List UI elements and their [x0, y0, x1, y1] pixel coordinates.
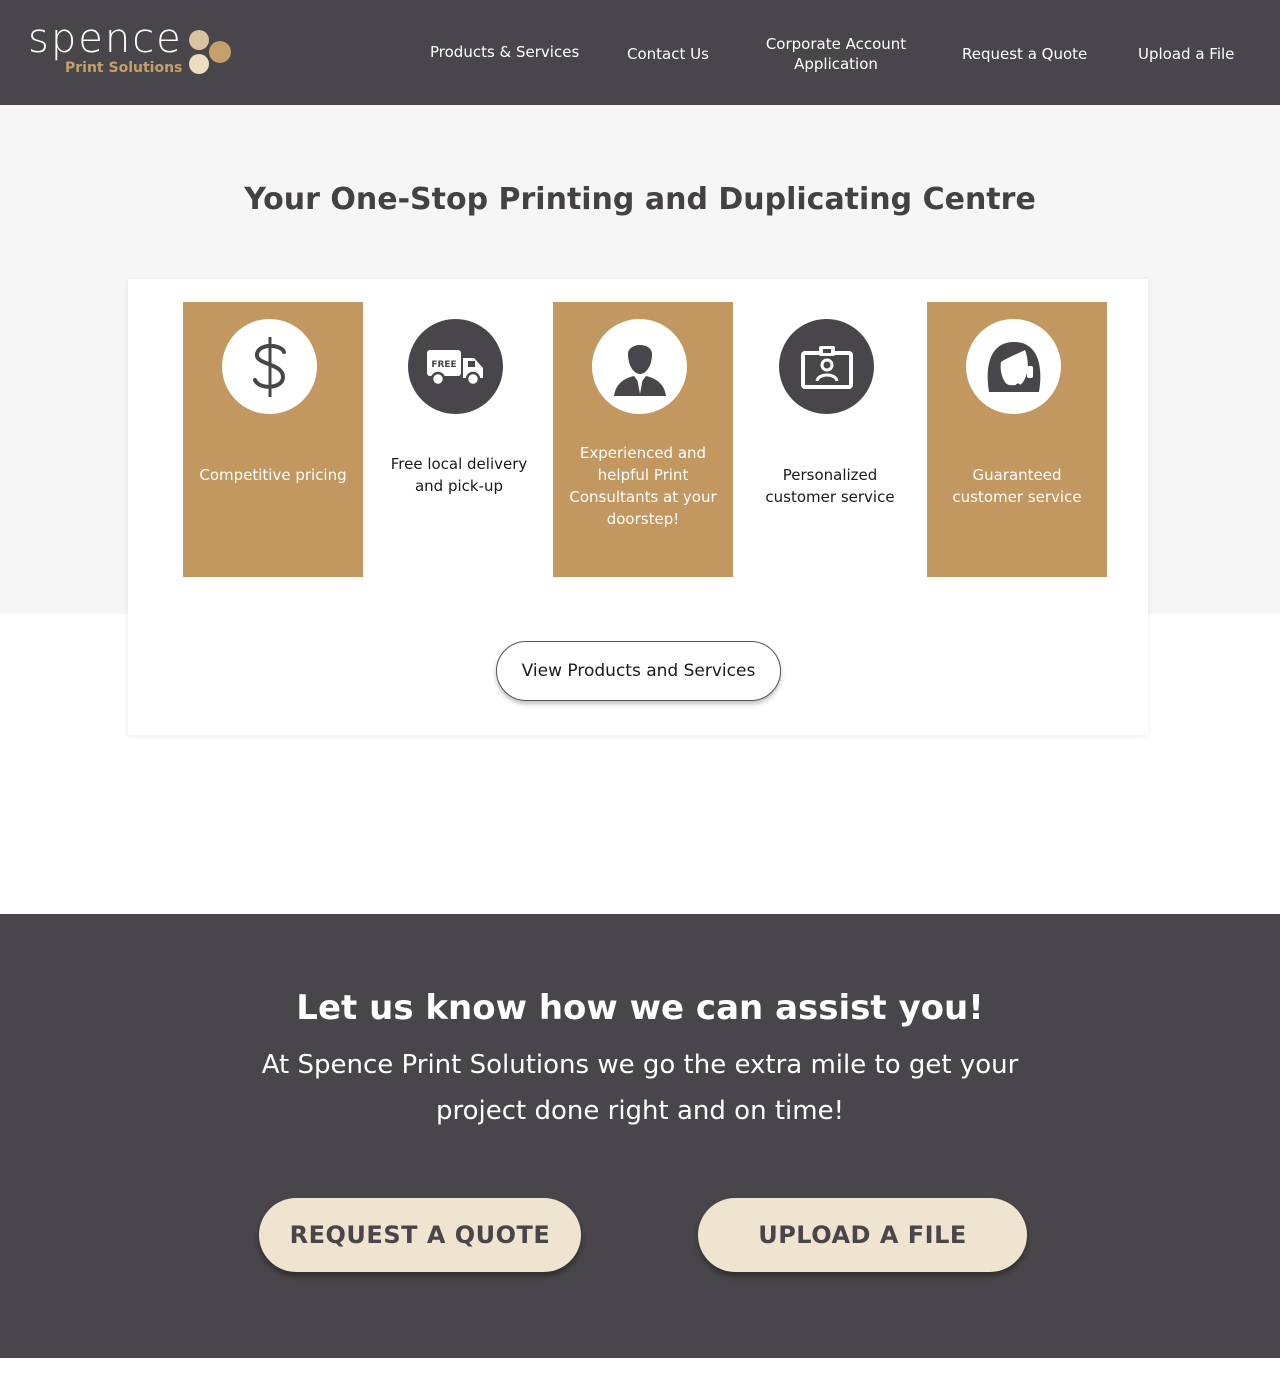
logo-subtitle: Print Solutions — [65, 60, 183, 76]
feature-card-pricing: Competitive pricing — [183, 302, 363, 577]
brand-logo[interactable]: spence Print Solutions — [28, 16, 238, 82]
logo-wordmark: spence — [28, 16, 183, 62]
cta-title: Let us know how we can assist you! — [296, 988, 984, 1028]
cta-section: Let us know how we can assist you! At Sp… — [0, 914, 1280, 1358]
feature-card-delivery: FREE Free local delivery and pick-up — [369, 302, 549, 577]
feature-text: Guaranteed customer service — [952, 466, 1082, 506]
nav-contact-us[interactable]: Contact Us — [627, 44, 709, 64]
view-products-services-button[interactable]: View Products and Services — [496, 641, 781, 701]
support-headset-icon — [966, 319, 1061, 414]
free-delivery-truck-icon: FREE — [408, 319, 503, 414]
nav-request-quote[interactable]: Request a Quote — [962, 44, 1087, 64]
hero-title: Your One-Stop Printing and Duplicating C… — [244, 182, 1036, 217]
upload-file-button[interactable]: UPLOAD A FILE — [698, 1198, 1027, 1272]
site-header: spence Print Solutions Products & Servic… — [0, 0, 1280, 105]
feature-text: Experienced and helpful Print Consultant… — [569, 444, 717, 528]
feature-card-personalized: Personalized customer service — [740, 302, 920, 577]
nav-corporate-account-application[interactable]: Corporate Account Application — [752, 34, 920, 74]
dollar-icon — [222, 319, 317, 414]
request-quote-button[interactable]: REQUEST A QUOTE — [259, 1198, 581, 1272]
cta-description: At Spence Print Solutions we go the extr… — [261, 1050, 1019, 1126]
id-badge-icon — [779, 319, 874, 414]
feature-text: Free local delivery and pick-up — [390, 455, 528, 495]
nav-products-services[interactable]: Products & Services — [430, 42, 579, 62]
nav-upload-file[interactable]: Upload a File — [1138, 44, 1234, 64]
features-panel: Competitive pricing FREE Free local deli… — [128, 279, 1148, 735]
truck-free-label: FREE — [431, 360, 456, 370]
feature-card-guaranteed: Guaranteed customer service — [927, 302, 1107, 577]
feature-text: Competitive pricing — [199, 466, 347, 484]
feature-card-consultants: Experienced and helpful Print Consultant… — [553, 302, 733, 577]
logo-dots-icon — [189, 30, 231, 74]
feature-text: Personalized customer service — [765, 466, 895, 506]
consultant-person-icon — [592, 319, 687, 414]
